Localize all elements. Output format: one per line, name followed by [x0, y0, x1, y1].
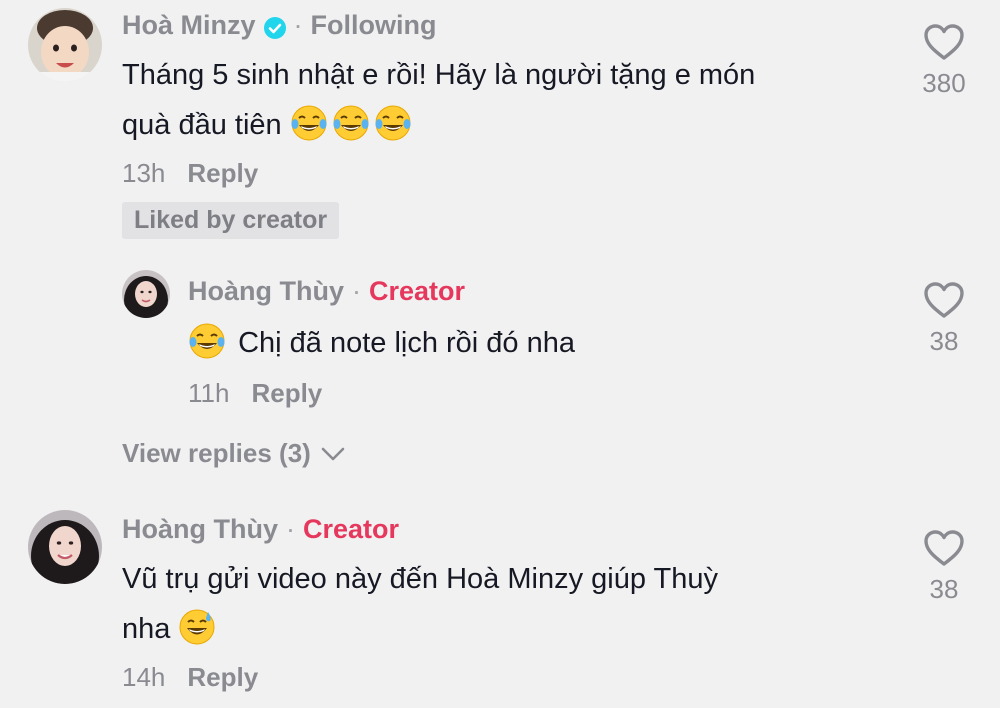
- like-button[interactable]: 38: [909, 280, 979, 357]
- comment-time: 13h: [122, 158, 166, 188]
- heart-icon[interactable]: [922, 280, 966, 320]
- comment-text-line-2: nha: [122, 613, 171, 645]
- grinning-sweat-emoji-icon: [179, 609, 215, 645]
- comment-text-line: Vũ trụ gửi video này đến Hoà Minzy giúp …: [122, 563, 718, 595]
- tears-of-joy-emoji-icon: [291, 105, 327, 141]
- heart-icon[interactable]: [922, 528, 966, 568]
- creator-tag: Creator: [303, 514, 400, 544]
- reply-meta: 11h Reply: [188, 378, 322, 409]
- tears-of-joy-emoji-icon: [189, 323, 225, 359]
- reply-button[interactable]: Reply: [187, 158, 258, 188]
- separator-dot: ·: [286, 514, 295, 544]
- view-replies-button[interactable]: View replies (3): [122, 438, 345, 469]
- author-name[interactable]: Hoàng Thùy: [122, 514, 278, 545]
- like-button[interactable]: 380: [909, 22, 979, 99]
- comment-text: Vũ trụ gửi video này đến Hoà Minzy giúp …: [122, 554, 718, 654]
- like-count: 380: [922, 68, 966, 98]
- comment-text-line-2: quà đầu tiên: [122, 109, 282, 141]
- author-name[interactable]: Hoà Minzy: [122, 10, 256, 41]
- comment-author-line: Hoàng Thùy · Creator: [122, 514, 399, 545]
- view-replies-label: View replies (3): [122, 438, 311, 468]
- separator-dot: ·: [293, 10, 303, 40]
- avatar[interactable]: [122, 270, 170, 318]
- comment-text-line: Tháng 5 sinh nhật e rồi! Hãy là người tặ…: [122, 59, 756, 91]
- liked-by-creator-badge: Liked by creator: [122, 202, 340, 239]
- reply-button[interactable]: Reply: [187, 662, 258, 692]
- avatar[interactable]: [28, 510, 102, 584]
- tears-of-joy-emoji-icon: [375, 105, 411, 141]
- chevron-down-icon: [321, 447, 345, 460]
- reply-text: Chị đã note lịch rồi đó nha: [188, 318, 575, 368]
- separator-dot: ·: [352, 276, 361, 306]
- comment-author-line: Hoà Minzy · Following: [122, 10, 437, 41]
- avatar[interactable]: [28, 8, 102, 82]
- reply-text-content: Chị đã note lịch rồi đó nha: [238, 327, 576, 359]
- comment-meta: 13h Reply: [122, 158, 258, 189]
- comment-text-line: quà đầu tiên: [122, 100, 755, 150]
- author-name[interactable]: Hoàng Thùy: [188, 276, 344, 307]
- like-count: 38: [929, 574, 959, 604]
- reply-time: 11h: [188, 378, 230, 408]
- comment-text: Tháng 5 sinh nhật e rồi! Hãy là người tặ…: [122, 50, 755, 150]
- creator-tag: Creator: [369, 276, 466, 306]
- comment-time: 14h: [122, 662, 166, 692]
- reply-author-line: Hoàng Thùy · Creator: [188, 276, 465, 307]
- heart-icon[interactable]: [922, 22, 966, 62]
- reply-button[interactable]: Reply: [251, 378, 322, 408]
- following-tag: Following: [310, 10, 437, 40]
- verified-badge-icon: [263, 15, 286, 39]
- tears-of-joy-emoji-icon: [333, 105, 369, 141]
- like-button[interactable]: 38: [909, 528, 979, 605]
- comments-panel: Hoà Minzy · Following Tháng 5 sinh nhật …: [0, 0, 1000, 708]
- comment-meta: 14h Reply: [122, 662, 258, 693]
- like-count: 38: [929, 326, 959, 356]
- comment-text-line: nha: [122, 604, 718, 654]
